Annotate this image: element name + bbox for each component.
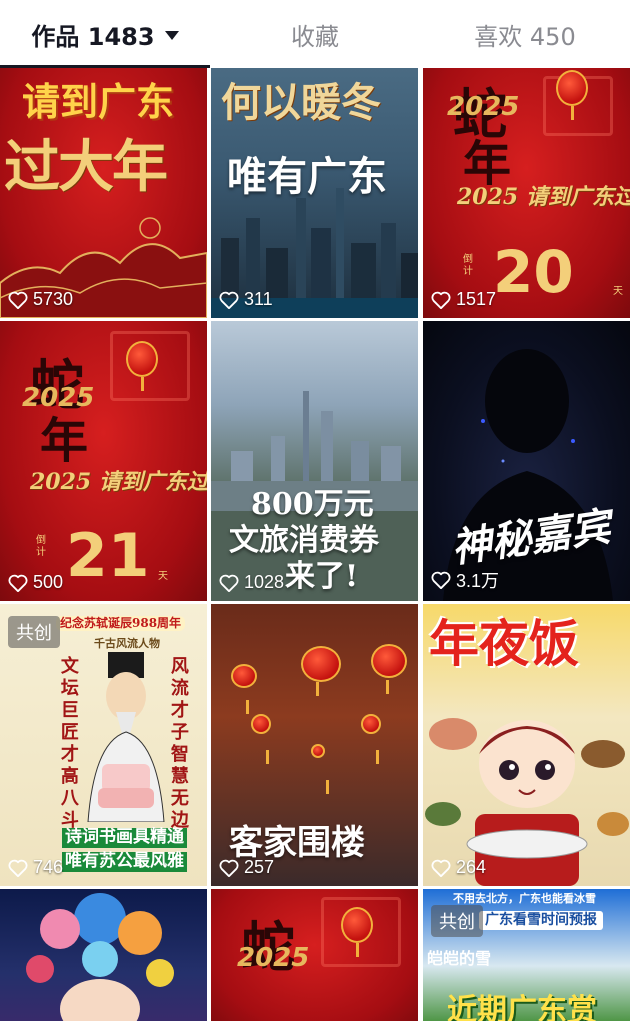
video-header: 不用去北方，广东也能看冰雪 (453, 892, 596, 905)
video-header: 纪念苏轼诞辰988周年 (56, 616, 186, 631)
like-count: 5730 (8, 289, 73, 310)
video-thumbnail[interactable]: 蛇 2025 年 2025 请到广东过大年 倒计 20 天 1517 (423, 68, 630, 318)
floral-headdress-image (26, 893, 174, 1021)
like-count: 3.1万 (431, 567, 499, 593)
video-thumbnail[interactable]: 请到广东 过大年 5730 (0, 68, 207, 318)
lantern-icon (251, 714, 271, 764)
like-count: 500 (8, 572, 63, 593)
co-create-badge: 共创 (8, 616, 60, 648)
tab-works[interactable]: 作品 1483 (0, 0, 210, 68)
video-caption: 皑皑的雪 (427, 949, 492, 968)
video-right-column: 风流才子智慧无边 (167, 656, 189, 832)
caret-down-icon[interactable] (164, 30, 179, 40)
video-title-line2: 过大年 (4, 134, 168, 200)
like-count: 264 (431, 857, 486, 878)
video-title-line2: 文旅消费券 (229, 523, 379, 558)
video-title-line1: 800万元 (251, 487, 374, 522)
year-number: 2025 (447, 92, 520, 122)
lantern-icon (371, 644, 407, 694)
lantern-icon (301, 646, 341, 696)
countdown-number: 20 (493, 238, 574, 306)
heart-icon (431, 859, 451, 877)
video-title-line1: 近期广东赏 (447, 993, 597, 1021)
like-count: 1517 (431, 289, 496, 310)
lantern-icon (231, 664, 257, 714)
like-count: 257 (219, 857, 274, 878)
video-thumbnail[interactable] (0, 889, 207, 1021)
video-thumbnail[interactable]: 客家围楼 257 (211, 604, 418, 886)
video-subtitle: 2025 请到广东过大年 (30, 469, 207, 495)
video-thumbnail[interactable]: 不用去北方，广东也能看冰雪 广东看雪时间预报 皑皑的雪 近期广东赏 共创 (423, 889, 630, 1021)
year-number: 2025 (237, 943, 310, 973)
video-footer-line2: 唯有苏公最风雅 (62, 852, 187, 872)
video-thumbnail[interactable]: 何以暖冬 唯有广东 311 (211, 68, 418, 318)
profile-tab-bar: 作品 1483 收藏 喜欢 450 (0, 0, 630, 68)
video-thumbnail[interactable]: 800万元 文旅消费券 来了! 1028 (211, 321, 418, 601)
video-title-line1: 请到广东 (22, 79, 175, 124)
tab-works-label: 作品 1483 (31, 22, 155, 51)
heart-icon (8, 574, 28, 592)
countdown-unit: 天 (158, 571, 168, 582)
video-footer-line1: 诗词书画具精通 (62, 828, 187, 848)
lantern-icon (341, 907, 373, 957)
video-banner: 广东看雪时间预报 (479, 911, 603, 930)
video-grid: 请到广东 过大年 5730 何以暖冬 唯有广东 311 蛇 2025 年 202… (0, 68, 630, 1021)
lantern-icon (556, 70, 588, 120)
video-thumbnail[interactable]: 蛇 2025 年 2025 请到广东过大年 倒计 21 天 500 (0, 321, 207, 601)
video-thumbnail[interactable]: 纪念苏轼诞辰988周年 千古风流人物 文坛巨匠才高八斗 风流才子智慧无边 诗词书… (0, 604, 207, 886)
like-count: 746 (8, 857, 63, 878)
video-thumbnail[interactable]: 年夜饭 264 (423, 604, 630, 886)
like-count: 1028 (219, 572, 284, 593)
co-create-badge: 共创 (431, 905, 483, 937)
countdown-unit: 天 (613, 286, 623, 297)
video-title-line2: 唯有广东 (227, 153, 387, 200)
tab-likes[interactable]: 喜欢 450 (420, 0, 630, 68)
heart-icon (431, 291, 451, 309)
year-character: 年 (40, 413, 89, 469)
tab-likes-label: 喜欢 450 (474, 22, 576, 51)
heart-icon (8, 859, 28, 877)
heart-icon (219, 291, 239, 309)
video-thumbnail[interactable]: 神秘嘉宾 3.1万 (423, 321, 630, 601)
tab-collect[interactable]: 收藏 (210, 0, 420, 68)
video-subtitle: 2025 请到广东过大年 (457, 184, 630, 210)
countdown-number: 21 (66, 521, 150, 591)
lantern-icon (361, 714, 381, 764)
heart-icon (8, 291, 28, 309)
video-left-column: 文坛巨匠才高八斗 (57, 656, 79, 832)
lantern-icon (126, 341, 158, 391)
like-count: 311 (219, 289, 273, 310)
heart-icon (219, 859, 239, 877)
video-thumbnail[interactable]: 蛇 2025 (211, 889, 418, 1021)
countdown-label: 倒计 (36, 535, 46, 558)
lantern-icon (311, 744, 329, 794)
video-title-line3: 来了! (285, 559, 359, 594)
heart-icon (431, 571, 451, 589)
scholar-portrait-image (87, 652, 165, 822)
tab-collect-label: 收藏 (291, 22, 339, 51)
heart-icon (219, 574, 239, 592)
video-title-line1: 年夜饭 (429, 614, 579, 673)
video-tag: 千古风流人物 (94, 637, 160, 650)
countdown-label: 倒计 (463, 254, 473, 277)
video-title-line1: 何以暖冬 (221, 79, 381, 126)
